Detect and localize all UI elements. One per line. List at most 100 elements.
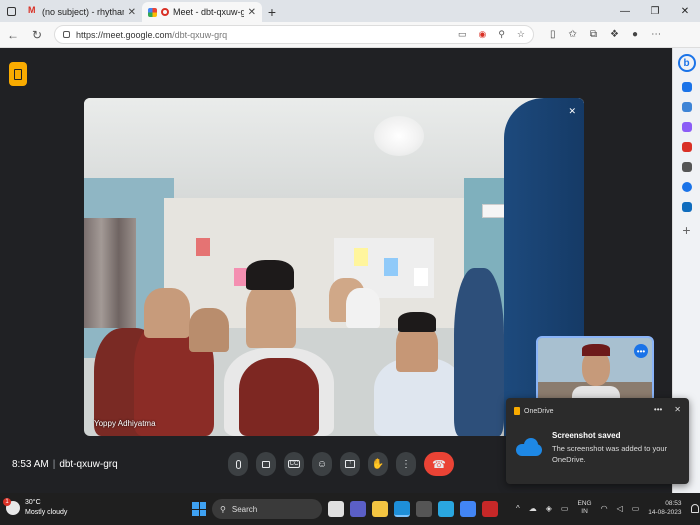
shopping-icon[interactable] — [681, 142, 692, 152]
browser-tab-strip: (no subject) - rhytham@theindis ✕ Meet -… — [0, 0, 700, 22]
browser-toolbar: ← ↻ https://meet.google.com/dbt-qxuw-grq… — [0, 22, 700, 48]
camera-button[interactable] — [256, 452, 276, 476]
store-icon[interactable] — [416, 501, 432, 517]
tools-icon[interactable] — [681, 122, 692, 132]
notification-more-button[interactable]: ••• — [654, 405, 662, 414]
address-bar[interactable]: https://meet.google.com/dbt-qxuw-grq ▭ ◉… — [54, 25, 534, 44]
video-student — [246, 260, 294, 290]
meeting-time: 8:53 AM — [12, 459, 49, 470]
notifications-icon[interactable] — [681, 82, 692, 92]
google-meet-icon — [148, 7, 157, 17]
display-tray-icon[interactable]: ▭ — [561, 504, 569, 513]
back-icon[interactable]: ← — [6, 28, 20, 42]
outlook-icon[interactable] — [681, 202, 692, 212]
captions-button[interactable]: CC — [284, 452, 304, 476]
clock-date: 14-08-2023 — [648, 509, 682, 516]
weather-text: 30°C Mostly cloudy — [25, 498, 67, 518]
split-screen-icon[interactable]: ▯ — [550, 29, 556, 40]
hangup-button[interactable]: ☎ — [424, 452, 454, 476]
tab-title: (no subject) - rhytham@theindis — [42, 7, 124, 17]
zoom-icon[interactable]: ⚲ — [498, 29, 505, 40]
video-student — [398, 312, 436, 332]
taskbar-search[interactable]: ⚲ Search — [212, 499, 322, 519]
close-tab-icon[interactable]: ✕ — [248, 7, 256, 18]
taskbar-clock[interactable]: 08:53 14-08-2023 — [648, 499, 681, 517]
onedrive-tray-icon[interactable]: ☁ — [529, 504, 537, 513]
tab-meet[interactable]: Meet - dbt-qxuw-grq ✕ — [142, 2, 262, 22]
url-text: https://meet.google.com/dbt-qxuw-grq — [76, 30, 227, 40]
recording-indicator-icon[interactable]: ◉ — [478, 29, 486, 40]
tab-actions-icon — [6, 6, 16, 16]
minimize-button[interactable]: — — [610, 0, 640, 22]
notification-bell-icon[interactable] — [690, 503, 699, 513]
emoji-button[interactable]: ☺ — [312, 452, 332, 476]
edge-icon[interactable] — [394, 501, 410, 517]
favorite-star-icon[interactable]: ☆ — [517, 29, 525, 40]
language-indicator[interactable]: ENG IN — [577, 500, 591, 516]
teams-icon[interactable] — [350, 501, 366, 517]
mcafee-icon[interactable] — [482, 501, 498, 517]
refresh-icon[interactable]: ↻ — [30, 28, 44, 42]
microsoft365-icon[interactable] — [681, 182, 692, 192]
weather-app-icon[interactable] — [438, 501, 454, 517]
start-button[interactable] — [192, 502, 206, 516]
search-sidebar-icon[interactable] — [681, 102, 692, 112]
activities-button[interactable] — [9, 62, 27, 86]
video-poster — [384, 258, 398, 276]
onedrive-notification[interactable]: OneDrive ••• ✕ Screenshot saved The scre… — [506, 398, 689, 484]
language-line: IN — [581, 508, 588, 515]
notification-actions: ••• ✕ — [654, 405, 681, 414]
tab-actions-button[interactable] — [0, 0, 22, 22]
toolbar-right-icons: ▯ ✩ ⧉ ❖ ● ⋯ — [550, 29, 661, 40]
chrome-icon[interactable] — [460, 501, 476, 517]
onedrive-small-icon — [514, 407, 520, 415]
self-view-more-button[interactable]: ••• — [634, 344, 648, 358]
video-poster — [414, 268, 428, 286]
add-sidebar-app-icon[interactable]: + — [682, 222, 690, 238]
close-tab-icon[interactable]: ✕ — [128, 7, 136, 18]
present-icon: ↑ — [345, 460, 355, 468]
microphone-icon — [235, 459, 241, 469]
camera-permission-icon[interactable]: ▭ — [458, 29, 467, 40]
file-explorer-icon[interactable] — [372, 501, 388, 517]
lock-icon[interactable] — [63, 31, 70, 38]
separator: | — [52, 459, 56, 470]
present-button[interactable]: ↑ — [340, 452, 360, 476]
bing-chat-icon[interactable]: b — [677, 54, 696, 72]
weather-badge: 1 — [3, 498, 11, 506]
weather-widget[interactable]: 1 30°C Mostly cloudy — [3, 498, 67, 518]
show-hidden-icons[interactable]: ^ — [516, 504, 520, 513]
temperature: 30°C — [25, 499, 41, 506]
windows-logo-pane — [199, 509, 206, 516]
games-icon[interactable] — [681, 162, 692, 172]
hangup-icon: ☎ — [432, 458, 446, 471]
video-student — [239, 358, 319, 436]
close-window-button[interactable]: ✕ — [670, 0, 700, 22]
meeting-code[interactable]: dbt-qxuw-grq — [59, 459, 117, 470]
raise-hand-button[interactable]: ✋ — [368, 452, 388, 476]
battery-icon[interactable]: ▭ — [632, 504, 640, 513]
mic-button[interactable] — [228, 452, 248, 476]
task-view-icon[interactable] — [328, 501, 344, 517]
new-tab-button[interactable]: + — [262, 2, 282, 22]
cloud-shape — [524, 438, 538, 452]
video-student — [346, 288, 380, 328]
more-options-button[interactable]: ⋮ — [396, 452, 416, 476]
restore-button[interactable]: ❐ — [640, 0, 670, 22]
favorites-icon[interactable]: ✩ — [569, 29, 577, 40]
video-poster — [196, 238, 210, 256]
system-tray: ^ ☁ ◈ ▭ ENG IN ◠ ◁ ▭ 08:53 14-08-2023 — [516, 499, 699, 517]
wifi-icon[interactable]: ◠ — [601, 504, 608, 513]
volume-icon[interactable]: ◁ — [617, 504, 623, 513]
tab-gmail[interactable]: (no subject) - rhytham@theindis ✕ — [22, 2, 142, 22]
notification-close-button[interactable]: ✕ — [674, 405, 681, 414]
collections-icon[interactable]: ⧉ — [590, 29, 597, 40]
profile-icon[interactable]: ● — [632, 29, 638, 40]
extensions-icon[interactable]: ❖ — [610, 29, 619, 40]
clock-time: 08:53 — [665, 500, 682, 507]
security-tray-icon[interactable]: ◈ — [546, 504, 552, 513]
main-video-tile[interactable]: Yoppy Adhiyatma ✕ — [84, 98, 584, 436]
meeting-details: 8:53 AM | dbt-qxuw-grq — [12, 459, 118, 470]
settings-more-icon[interactable]: ⋯ — [651, 29, 661, 40]
url-path: /dbt-qxuw-grq — [172, 29, 228, 40]
